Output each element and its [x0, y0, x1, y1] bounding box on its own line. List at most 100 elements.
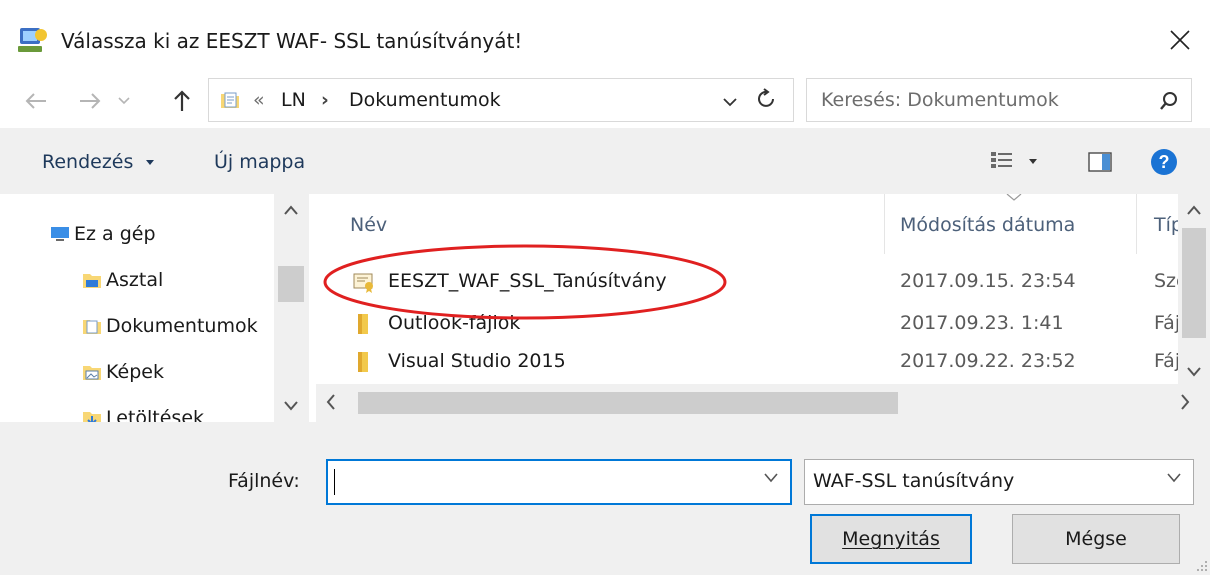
nav-item-documents[interactable]: Dokumentumok [82, 310, 258, 342]
address-dropdown-button[interactable] [723, 93, 737, 112]
nav-item-desktop[interactable]: Asztal [82, 264, 163, 296]
chevron-right-icon [1181, 394, 1190, 410]
preview-pane-icon [1088, 152, 1112, 172]
downloads-icon [83, 412, 101, 422]
app-icon [18, 28, 47, 52]
breadcrumb-item-ln[interactable]: LN [281, 88, 306, 112]
column-header-name[interactable]: Név [350, 214, 387, 236]
pane-splitter[interactable] [308, 194, 316, 422]
file-date: 2017.09.22. 23:52 [900, 350, 1076, 372]
organize-button[interactable]: Rendezés [42, 150, 155, 174]
nav-item-this-pc[interactable]: Ez a gép [50, 218, 156, 250]
search-icon[interactable] [1159, 91, 1179, 111]
file-list: Név Módosítás dátuma Típ EESZT_WAF_SSL_T… [316, 194, 1178, 384]
file-date: 2017.09.23. 1:41 [900, 312, 1064, 334]
preview-pane-button[interactable] [1084, 148, 1116, 176]
file-row[interactable]: Visual Studio 2015 2017.09.22. 23:52 Fáj… [316, 342, 1178, 380]
caret-down-icon [1029, 159, 1037, 164]
scrollbar-thumb[interactable] [278, 266, 304, 302]
refresh-button[interactable] [755, 87, 779, 115]
column-header-type[interactable]: Típ [1154, 214, 1178, 236]
search-field[interactable]: Keresés: Dokumentumok [806, 78, 1192, 122]
arrow-left-icon [25, 93, 46, 109]
arrow-right-icon [80, 93, 101, 109]
view-options-button[interactable] [982, 148, 1046, 176]
scroll-up-button[interactable] [274, 198, 308, 222]
help-button[interactable]: ? [1148, 148, 1180, 176]
file-type-filter[interactable]: WAF-SSL tanúsítvány [804, 459, 1194, 505]
column-separator[interactable] [884, 194, 885, 254]
chevron-down-icon[interactable] [764, 473, 778, 483]
scroll-right-button[interactable] [1180, 394, 1190, 414]
file-name: EESZT_WAF_SSL_Tanúsítvány [388, 270, 667, 292]
sort-indicator-icon [1006, 194, 1022, 201]
computer-icon [51, 227, 69, 241]
file-name: Visual Studio 2015 [388, 350, 566, 372]
file-list-horizontal-scrollbar[interactable] [316, 384, 1210, 422]
forward-button[interactable] [74, 86, 106, 116]
chevron-up-icon [1187, 205, 1201, 215]
open-button-label: Megnyitás [842, 528, 940, 550]
breadcrumb-overflow[interactable]: « [253, 88, 265, 112]
cancel-button[interactable]: Mégse [1012, 514, 1180, 564]
folder-icon [358, 352, 368, 372]
documents-icon [83, 320, 101, 334]
search-input[interactable]: Keresés: Dokumentumok [821, 89, 1059, 111]
organize-label: Rendezés [42, 151, 134, 173]
file-row[interactable]: Outlook-fájlok 2017.09.23. 1:41 Fájl [316, 304, 1178, 342]
navigation-pane: Ez a gép Asztal Dokumentumok Képek Letöl… [0, 194, 308, 422]
svg-text:?: ? [1159, 152, 1170, 172]
chevron-down-icon [723, 98, 737, 107]
scroll-left-button[interactable] [326, 394, 336, 414]
nav-item-label: Letöltések [106, 407, 205, 422]
close-icon [1170, 30, 1190, 50]
scroll-down-button[interactable] [1178, 360, 1210, 384]
up-button[interactable] [168, 86, 196, 116]
filename-label: Fájlnév: [228, 470, 300, 492]
refresh-icon [758, 88, 774, 107]
nav-item-pictures[interactable]: Képek [82, 356, 164, 388]
nav-item-downloads[interactable]: Letöltések [82, 402, 204, 422]
nav-item-label: Asztal [106, 269, 164, 291]
navigation-pane-scrollbar[interactable] [274, 194, 308, 422]
dialog-footer: Fájlnév: WAF-SSL tanúsítvány Megnyitás M… [0, 422, 1210, 575]
help-icon: ? [1151, 149, 1177, 175]
nav-item-label: Dokumentumok [106, 315, 258, 337]
scrollbar-thumb[interactable] [358, 392, 898, 414]
file-type: Sze [1154, 270, 1178, 292]
file-row[interactable]: EESZT_WAF_SSL_Tanúsítvány 2017.09.15. 23… [316, 262, 1178, 300]
open-button[interactable]: Megnyitás [810, 514, 972, 564]
command-bar: Rendezés Új mappa ? [0, 128, 1210, 194]
certificate-icon [353, 273, 373, 293]
file-type-filter-value: WAF-SSL tanúsítvány [813, 470, 1015, 492]
documents-icon [221, 92, 239, 108]
back-button[interactable] [20, 86, 52, 116]
chevron-down-icon [118, 97, 130, 105]
file-name: Outlook-fájlok [388, 312, 521, 334]
nav-item-label: Képek [106, 361, 164, 383]
scrollbar-thumb[interactable] [1182, 228, 1206, 338]
nav-item-label: Ez a gép [74, 223, 156, 245]
scroll-down-button[interactable] [274, 394, 308, 418]
file-list-vertical-scrollbar[interactable] [1178, 194, 1210, 384]
resize-grip-icon[interactable] [1196, 560, 1208, 572]
new-folder-button[interactable]: Új mappa [214, 150, 305, 174]
window-title: Válassza ki az EESZT WAF- SSL tanúsítván… [61, 29, 523, 53]
arrow-up-icon [174, 90, 190, 111]
breadcrumb-item-documents[interactable]: Dokumentumok [349, 88, 501, 112]
column-separator[interactable] [1136, 194, 1137, 254]
chevron-down-icon [1187, 367, 1201, 377]
recent-locations-button[interactable] [114, 86, 134, 116]
address-bar[interactable]: « LN › Dokumentumok [208, 78, 794, 122]
desktop-icon [83, 274, 101, 288]
caret-down-icon [146, 159, 155, 165]
column-header-date[interactable]: Módosítás dátuma [900, 214, 1075, 236]
file-type: Fájl [1154, 312, 1178, 334]
scroll-up-button[interactable] [1178, 198, 1210, 222]
chevron-down-icon [1167, 473, 1181, 483]
filename-combobox[interactable] [326, 459, 792, 505]
close-button[interactable] [1160, 22, 1200, 58]
breadcrumb-separator[interactable]: › [321, 88, 329, 112]
title-bar: Válassza ki az EESZT WAF- SSL tanúsítván… [0, 0, 1210, 78]
folder-icon [358, 314, 368, 334]
